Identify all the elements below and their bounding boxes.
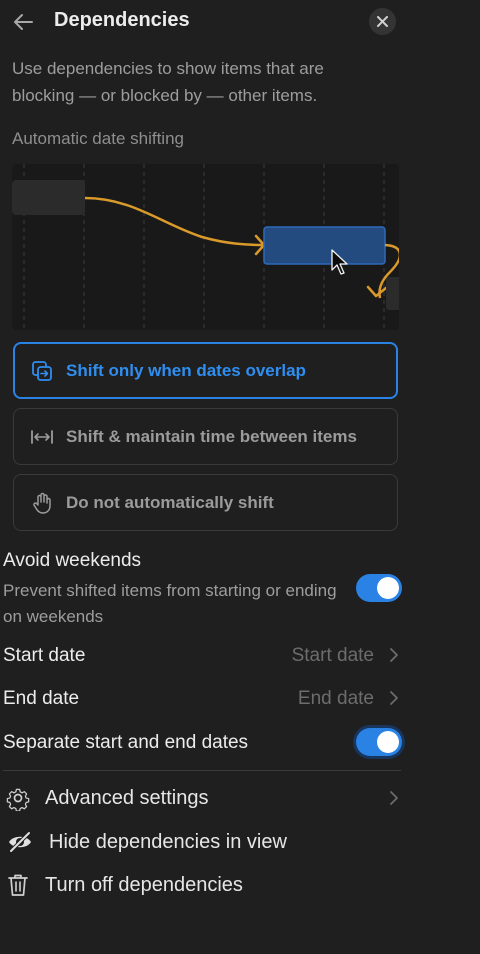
advanced-settings-label: Advanced settings bbox=[45, 787, 209, 809]
toggle-knob bbox=[377, 731, 399, 753]
auto-shift-label: Automatic date shifting bbox=[12, 129, 184, 148]
hide-dependencies-item[interactable]: Hide dependencies in view bbox=[0, 824, 402, 860]
eye-slash-icon bbox=[9, 831, 31, 853]
dependency-line bbox=[84, 196, 265, 247]
task-bar-next bbox=[386, 277, 399, 310]
separate-dates-label: Separate start and end dates bbox=[3, 732, 249, 753]
chevron-right-icon bbox=[390, 791, 398, 805]
avoid-weekends-subtitle: Prevent shifted items from starting or e… bbox=[3, 581, 337, 626]
trash-icon bbox=[8, 874, 28, 896]
chevron-right-icon bbox=[390, 691, 398, 705]
end-date-label: End date bbox=[3, 688, 80, 709]
option-shift-overlap[interactable]: Shift only when dates overlap bbox=[13, 342, 398, 399]
task-bar-source bbox=[12, 180, 85, 215]
page-title: Dependencies bbox=[54, 9, 190, 31]
option-label: Do not automatically shift bbox=[66, 493, 274, 512]
turn-off-dependencies-label: Turn off dependencies bbox=[45, 874, 243, 896]
description: Use dependencies to show items that are … bbox=[12, 59, 324, 105]
gear-icon bbox=[6, 788, 30, 811]
date-shift-illustration bbox=[12, 164, 399, 330]
option-shift-maintain[interactable]: Shift & maintain time between items bbox=[13, 408, 398, 465]
separate-dates-toggle[interactable] bbox=[356, 728, 402, 756]
toggle-knob bbox=[377, 577, 399, 599]
divider bbox=[3, 770, 401, 771]
hide-dependencies-label: Hide dependencies in view bbox=[49, 831, 287, 853]
avoid-weekends-toggle[interactable] bbox=[356, 574, 402, 602]
arrow-left-icon bbox=[14, 14, 33, 30]
task-bar-shifted bbox=[263, 226, 386, 265]
shift-overlap-icon bbox=[32, 361, 52, 381]
turn-off-dependencies-item[interactable]: Turn off dependencies bbox=[0, 867, 402, 903]
date-shift-diagram bbox=[12, 164, 399, 330]
start-date-value[interactable]: Start date bbox=[292, 645, 374, 667]
option-label: Shift only when dates overlap bbox=[66, 361, 306, 380]
advanced-settings-item[interactable]: Advanced settings bbox=[0, 780, 402, 816]
chevron-right-icon bbox=[390, 648, 398, 662]
start-date-label: Start date bbox=[3, 645, 86, 666]
dependencies-panel: Dependencies Use dependencies to show it… bbox=[0, 0, 480, 954]
hand-icon bbox=[33, 492, 51, 514]
back-button[interactable] bbox=[10, 10, 36, 34]
option-no-shift[interactable]: Do not automatically shift bbox=[13, 474, 398, 531]
shift-maintain-icon bbox=[31, 430, 53, 444]
close-icon bbox=[377, 16, 388, 27]
option-label: Shift & maintain time between items bbox=[66, 427, 357, 446]
end-date-value[interactable]: End date bbox=[298, 688, 374, 710]
avoid-weekends-title: Avoid weekends bbox=[3, 550, 142, 571]
close-button[interactable] bbox=[369, 8, 396, 35]
